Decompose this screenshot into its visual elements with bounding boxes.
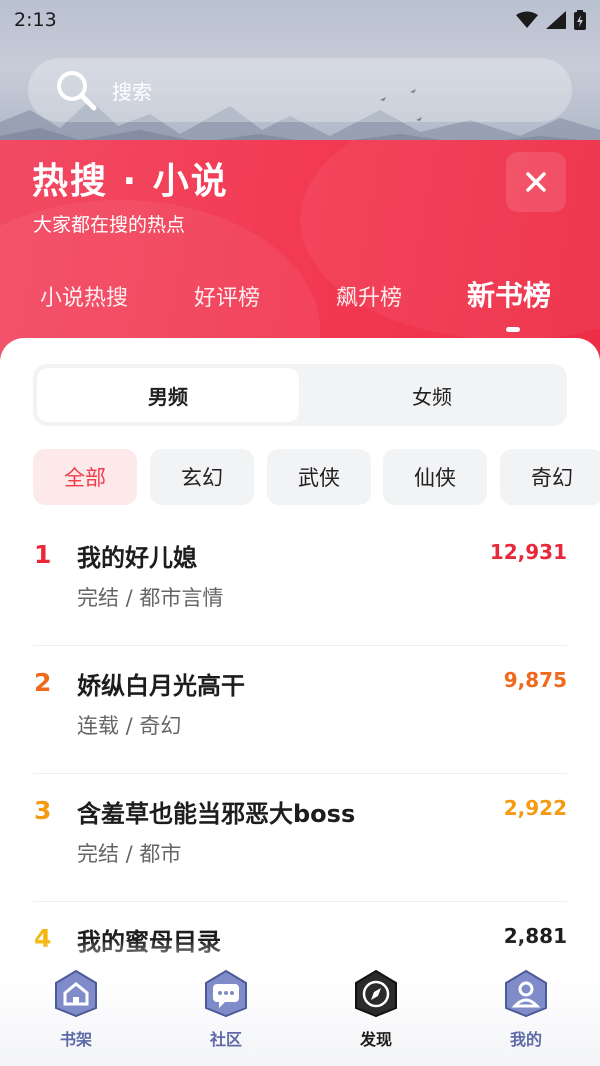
status-bar: 2:13 [0, 0, 600, 40]
hot-score: 9,875 [503, 668, 567, 692]
search-placeholder: 搜索 [112, 79, 152, 104]
category-filter: 全部 玄幻 武侠 仙侠 奇幻 [33, 449, 600, 507]
close-button[interactable] [506, 152, 566, 212]
user-icon [505, 969, 547, 1018]
category-chip-all[interactable]: 全部 [33, 449, 137, 505]
book-title: 娇纵白月光高干 [77, 672, 245, 700]
nav-community[interactable]: 社区 [186, 968, 266, 1050]
signal-icon [546, 11, 566, 29]
category-chip-xuanhuan[interactable]: 玄幻 [150, 449, 254, 505]
category-chip-xianxia[interactable]: 仙侠 [383, 449, 487, 505]
book-meta: 完结 / 都市 [77, 842, 182, 866]
ranking-item[interactable]: 2 娇纵白月光高干 连载 / 奇幻 9,875 [33, 646, 567, 774]
compass-icon [355, 969, 397, 1018]
hot-title: 热搜 · 小说 [32, 161, 229, 202]
close-icon [526, 172, 546, 192]
nav-discover[interactable]: 发现 [336, 968, 416, 1050]
rank-number: 1 [34, 540, 52, 569]
battery-icon [574, 10, 586, 30]
hot-score: 2,922 [503, 796, 567, 820]
category-chip-qihuan[interactable]: 奇幻 [500, 449, 600, 505]
search-icon [57, 71, 97, 111]
nav-mine[interactable]: 我的 [486, 968, 566, 1050]
hot-search-panel: 热搜 · 小说 大家都在搜的热点 小说热搜 好评榜 飙升榜 新书榜 [0, 140, 600, 360]
gender-tab-female[interactable]: 女频 [301, 368, 563, 422]
tab-novel-hot[interactable]: 小说热搜 [40, 280, 128, 312]
status-time: 2:13 [14, 9, 57, 31]
nav-bookshelf[interactable]: 书架 [36, 968, 116, 1050]
book-meta: 连载 / 奇幻 [77, 714, 182, 738]
hot-subtitle: 大家都在搜的热点 [33, 214, 186, 236]
wifi-icon [516, 11, 538, 28]
home-icon [55, 969, 97, 1018]
gender-switch: 男频 女频 [33, 364, 567, 426]
ranking-item[interactable]: 1 我的好儿媳 完结 / 都市言情 12,931 [33, 518, 567, 646]
book-meta: 完结 / 都市言情 [77, 586, 224, 610]
gender-tab-male[interactable]: 男频 [37, 368, 299, 422]
chat-icon [205, 969, 247, 1018]
nav-label: 社区 [209, 1030, 242, 1049]
tab-rising[interactable]: 飙升榜 [336, 280, 402, 312]
book-title: 我的好儿媳 [77, 544, 197, 572]
tab-new-books[interactable]: 新书榜 [467, 274, 551, 314]
tab-good-reviews[interactable]: 好评榜 [194, 280, 260, 312]
active-tab-indicator [506, 327, 520, 332]
nav-label: 书架 [59, 1030, 92, 1049]
hot-score: 12,931 [489, 540, 567, 564]
nav-label: 我的 [509, 1030, 542, 1049]
ranking-tabs: 小说热搜 好评榜 飙升榜 新书榜 [0, 270, 600, 330]
bottom-navigation: 书架 社区 发现 我的 [0, 968, 600, 1066]
rank-number: 2 [34, 668, 52, 697]
search-bar[interactable]: 搜索 [28, 58, 572, 122]
status-icons [516, 10, 586, 30]
ranking-item[interactable]: 3 含羞草也能当邪恶大boss 完结 / 都市 2,922 [33, 774, 567, 902]
rank-number: 3 [34, 796, 52, 825]
book-title: 含羞草也能当邪恶大boss [77, 800, 356, 828]
nav-label: 发现 [359, 1030, 392, 1049]
category-chip-wuxia[interactable]: 武侠 [267, 449, 371, 505]
